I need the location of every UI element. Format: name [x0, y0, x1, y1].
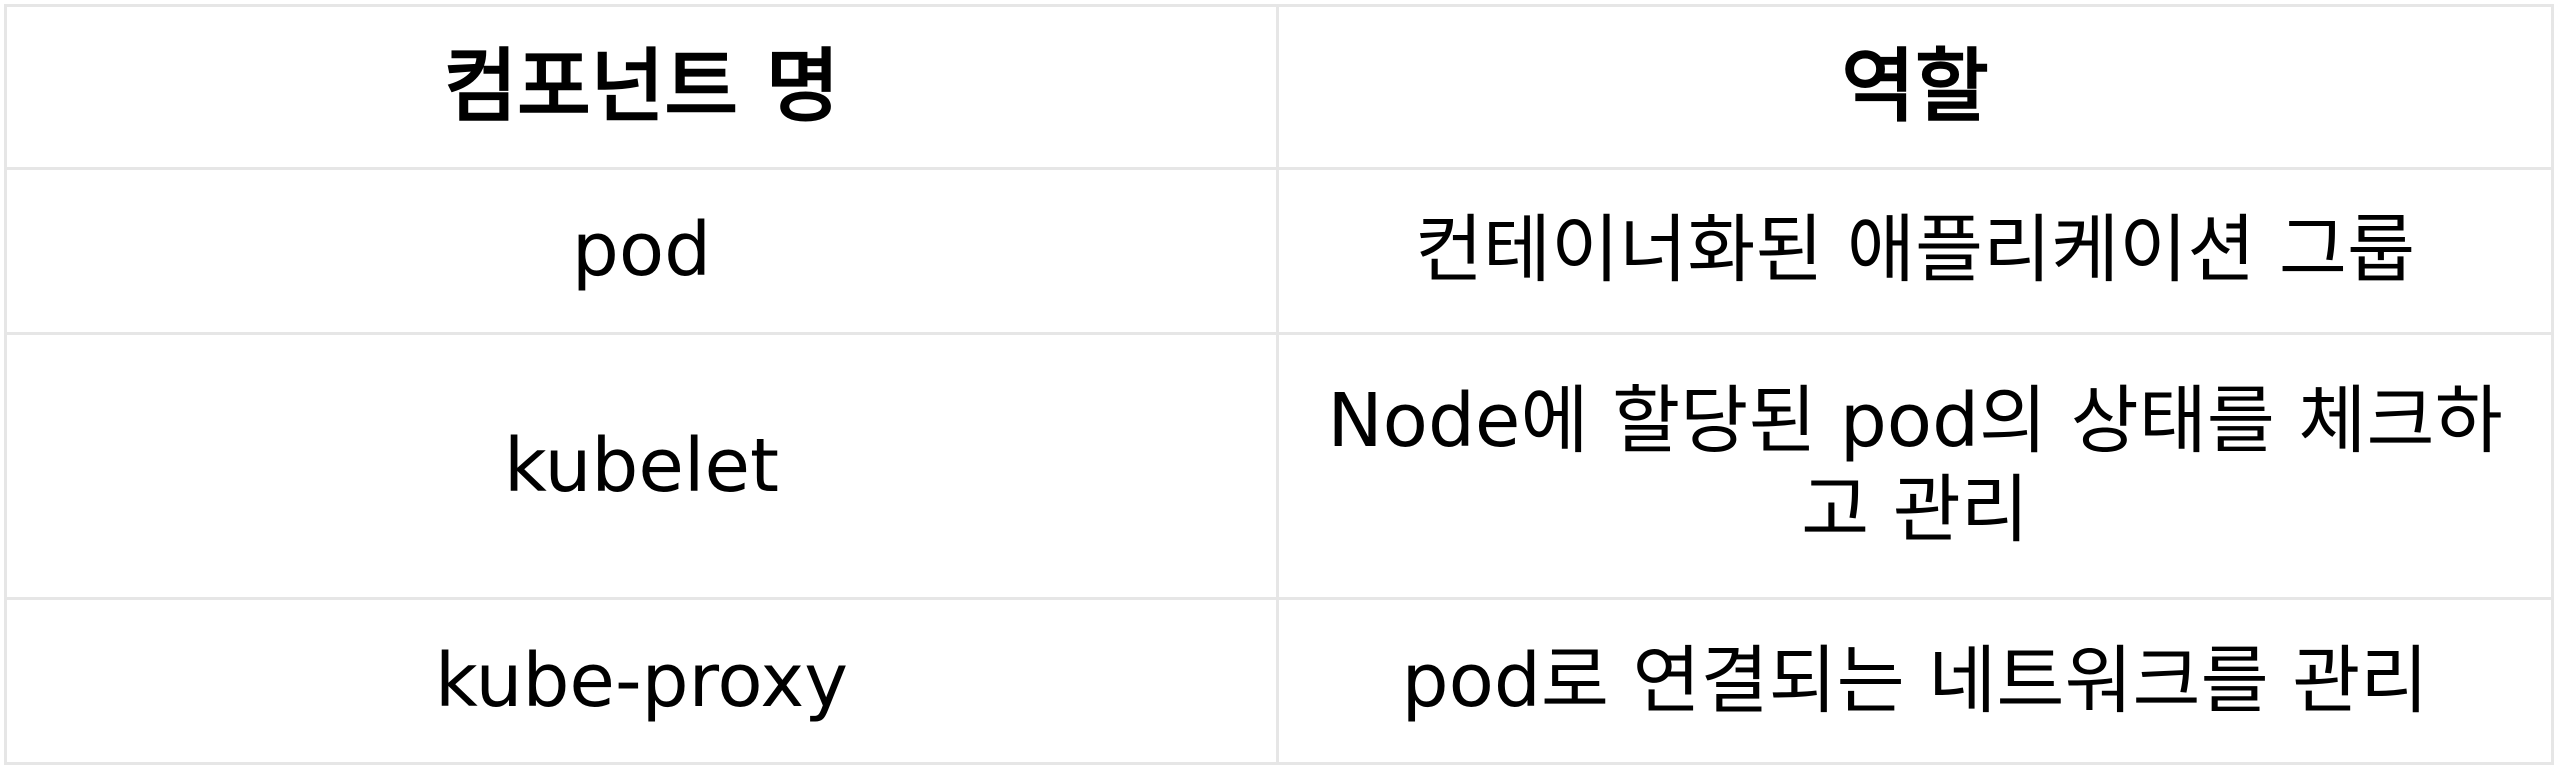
- table-row: kube-proxy pod로 연결되는 네트워크를 관리: [4, 597, 2554, 765]
- cell-component-pod: pod: [4, 167, 1279, 335]
- component-role-table: 컴포넌트 명 역할 pod 컨테이너화된 애플리케이션 그룹 kubelet N…: [4, 4, 2554, 765]
- table-row: pod 컨테이너화된 애플리케이션 그룹: [4, 167, 2554, 335]
- cell-role-kubelet: Node에 할당된 pod의 상태를 체크하고 관리: [1276, 331, 2554, 601]
- cell-role-kube-proxy: pod로 연결되는 네트워크를 관리: [1276, 597, 2554, 765]
- table-row: kubelet Node에 할당된 pod의 상태를 체크하고 관리: [4, 331, 2554, 601]
- header-component-name: 컴포넌트 명: [4, 4, 1279, 170]
- table-header-row: 컴포넌트 명 역할: [4, 4, 2554, 170]
- cell-role-pod: 컨테이너화된 애플리케이션 그룹: [1276, 167, 2554, 335]
- cell-component-kubelet: kubelet: [4, 331, 1279, 601]
- header-role: 역할: [1276, 4, 2554, 170]
- cell-component-kube-proxy: kube-proxy: [4, 597, 1279, 765]
- component-table-container: 컴포넌트 명 역할 pod 컨테이너화된 애플리케이션 그룹 kubelet N…: [4, 4, 2554, 765]
